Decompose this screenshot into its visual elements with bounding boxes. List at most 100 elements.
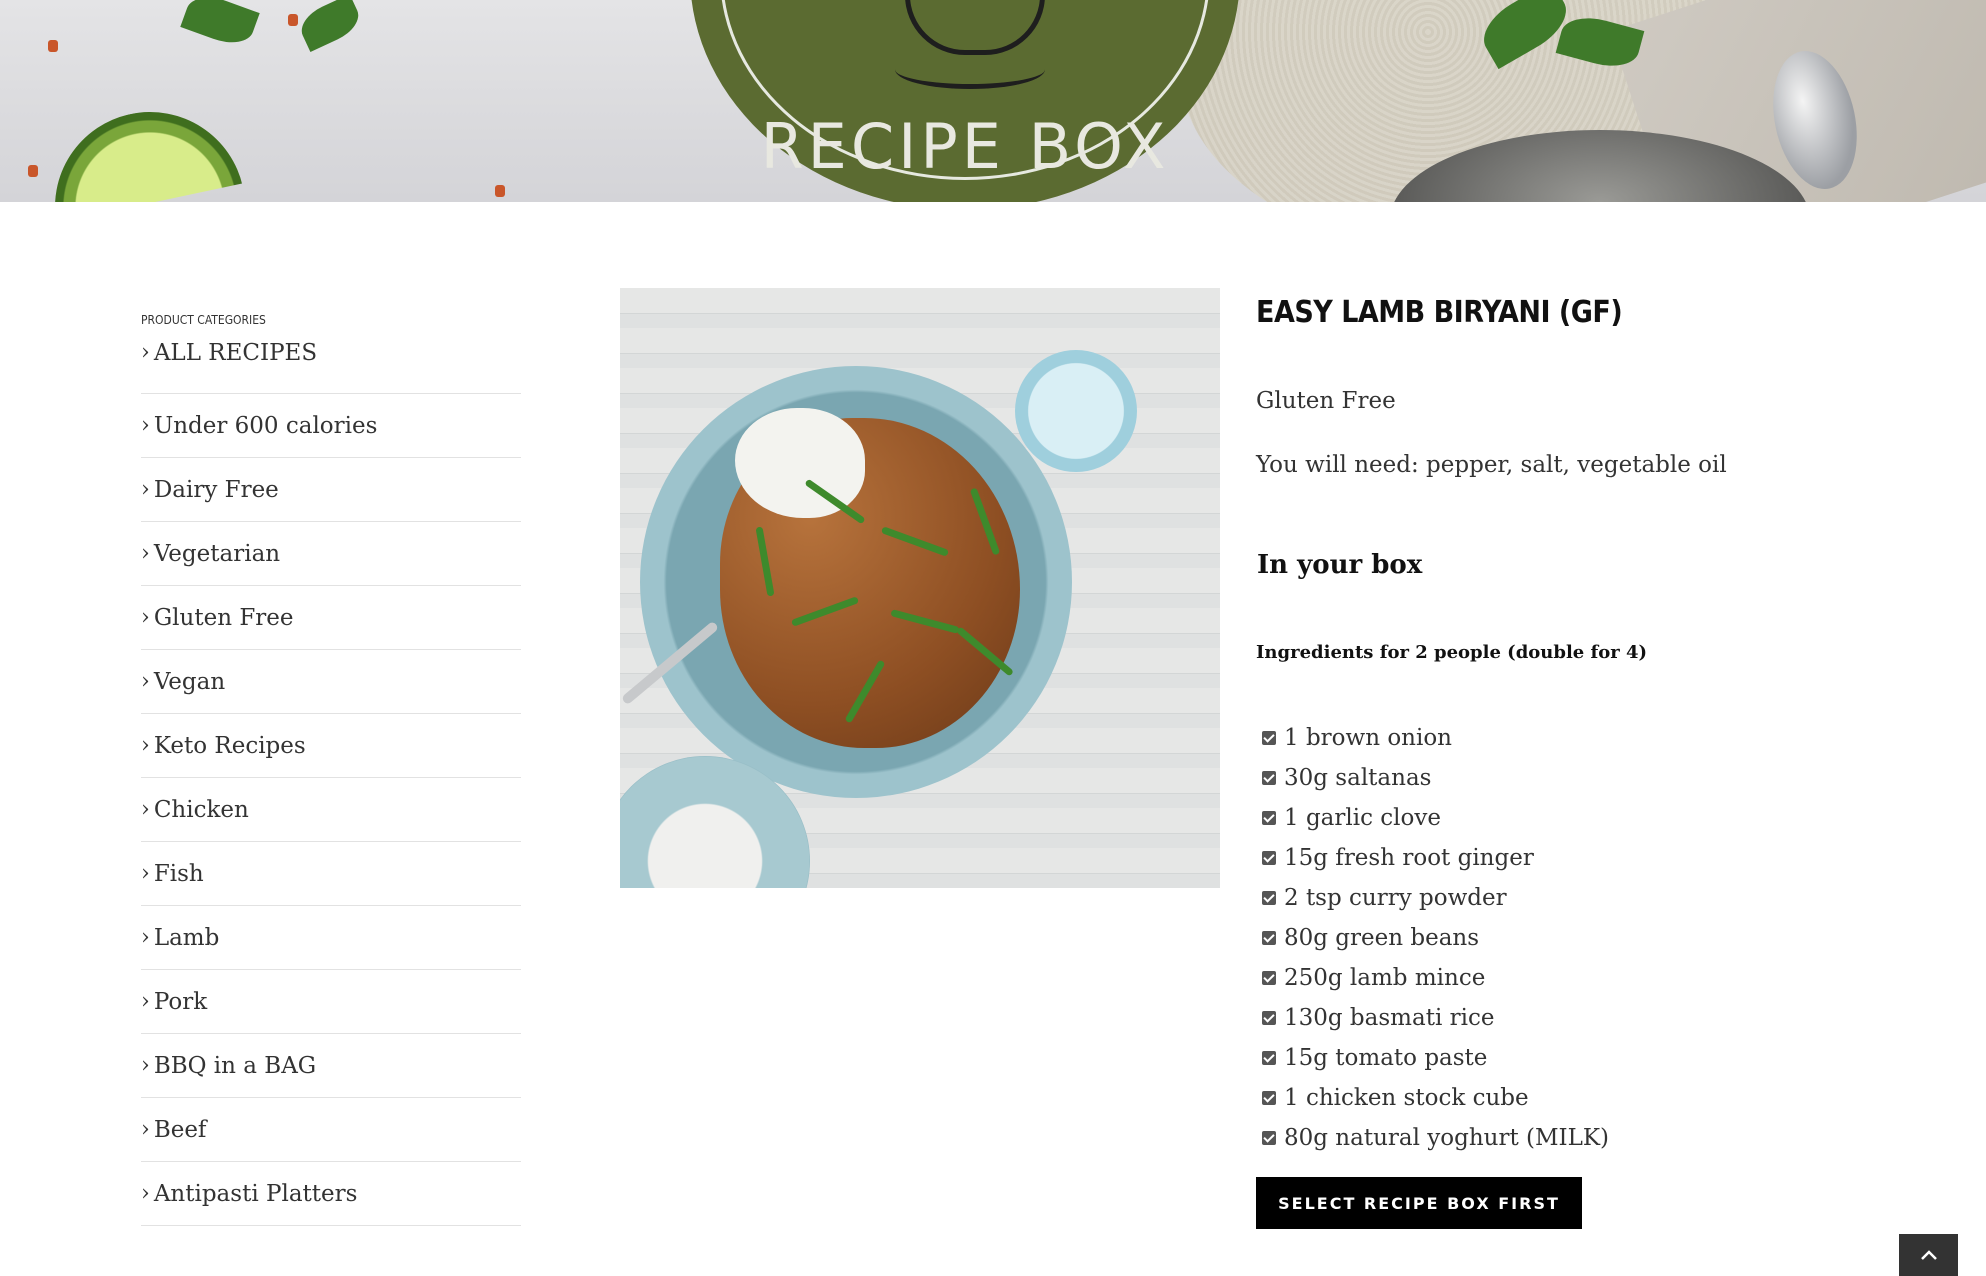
scroll-to-top-button[interactable] [1899,1234,1958,1276]
ingredient-item: 30g saltanas [1256,758,1609,798]
banner-chili [48,40,58,52]
category-item[interactable]: › Pork [141,970,521,1034]
chevron-up-icon [1920,1250,1937,1260]
category-label: Fish [153,860,204,887]
category-label: Keto Recipes [153,732,306,759]
category-label: Pork [153,988,208,1015]
banner-chili [495,185,505,197]
category-item[interactable]: › Keto Recipes [141,714,521,778]
checkbox-checked-icon [1262,771,1276,785]
logo-text: RECIPE BOX [760,110,1170,183]
checkbox-checked-icon [1262,931,1276,945]
ingredient-label: 250g lamb mince [1284,965,1486,991]
checkbox-checked-icon [1262,1051,1276,1065]
ingredient-item: 15g fresh root ginger [1256,838,1609,878]
chevron-right-icon: › [141,541,150,566]
checkbox-checked-icon [1262,1091,1276,1105]
category-item[interactable]: › Lamb [141,906,521,970]
checkbox-checked-icon [1262,811,1276,825]
category-label: Under 600 calories [153,412,378,439]
checkbox-checked-icon [1262,851,1276,865]
ingredient-label: 15g tomato paste [1284,1045,1488,1071]
category-list: › ALL RECIPES › Under 600 calories › Dairy … [141,340,521,1226]
site-logo[interactable]: RECIPE BOX [690,0,1240,202]
ingredient-item: 1 brown onion [1256,718,1609,758]
ingredient-label: 80g green beans [1284,925,1480,951]
chevron-right-icon: › [141,413,150,438]
category-item[interactable]: › BBQ in a BAG [141,1034,521,1098]
category-item[interactable]: › Vegetarian [141,522,521,586]
category-label: Vegetarian [153,540,281,567]
ingredient-item: 80g green beans [1256,918,1609,958]
chevron-right-icon: › [141,1181,150,1206]
banner-chili [288,14,298,26]
category-label: Gluten Free [153,604,294,631]
chevron-right-icon: › [141,925,150,950]
checkbox-checked-icon [1262,1131,1276,1145]
category-item[interactable]: › Fish [141,842,521,906]
category-item[interactable]: › Antipasti Platters [141,1162,521,1226]
ingredient-item: 130g basmati rice [1256,998,1609,1038]
ingredient-label: 130g basmati rice [1284,1005,1495,1031]
category-item[interactable]: › ALL RECIPES [141,340,521,394]
ingredient-item: 1 garlic clove [1256,798,1609,838]
category-label: Chicken [153,796,249,823]
category-item[interactable]: › Under 600 calories [141,394,521,458]
banner-herb [295,0,365,52]
banner-herb [180,0,260,51]
photo-water-glass [1015,350,1137,472]
banner-chili [28,165,38,177]
chevron-right-icon: › [141,797,150,822]
chevron-right-icon: › [141,861,150,886]
chevron-right-icon: › [141,669,150,694]
ingredient-label: 1 brown onion [1284,725,1452,751]
product-details: EASY LAMB BIRYANI (GF) Gluten Free You w… [1256,290,1876,1229]
category-label: Beef [153,1116,207,1143]
category-item[interactable]: › Chicken [141,778,521,842]
header-banner: RECIPE BOX [0,0,1986,202]
product-you-will-need: You will need: pepper, salt, vegetable o… [1256,452,1727,478]
chevron-right-icon: › [141,477,150,502]
select-recipe-box-button[interactable]: SELECT RECIPE BOX FIRST [1256,1177,1582,1229]
sidebar-title: PRODUCT CATEGORIES [141,313,266,327]
category-item[interactable]: › Dairy Free [141,458,521,522]
product-image[interactable] [620,288,1220,888]
category-label: BBQ in a BAG [153,1052,317,1079]
checkbox-checked-icon [1262,971,1276,985]
chevron-right-icon: › [141,989,150,1014]
chevron-right-icon: › [141,733,150,758]
logo-mustache-icon [895,50,1045,89]
ingredient-label: 2 tsp curry powder [1284,885,1507,911]
product-title: EASY LAMB BIRYANI (GF) [1256,295,1623,330]
ingredient-label: 80g natural yoghurt (MILK) [1284,1125,1610,1151]
category-item[interactable]: › Beef [141,1098,521,1162]
chevron-right-icon: › [141,1053,150,1078]
category-sidebar: PRODUCT CATEGORIES › ALL RECIPES › Under 6… [141,310,521,1226]
checkbox-checked-icon [1262,1011,1276,1025]
category-label: ALL RECIPES [153,340,318,366]
ingredient-list: 1 brown onion 30g saltanas 1 garlic clov… [1256,718,1609,1158]
ingredient-label: 15g fresh root ginger [1284,845,1534,871]
category-label: Vegan [153,668,226,695]
checkbox-checked-icon [1262,731,1276,745]
chevron-right-icon: › [141,1117,150,1142]
in-your-box-heading: In your box [1257,550,1423,580]
category-label: Antipasti Platters [153,1180,358,1207]
category-item[interactable]: › Vegan [141,650,521,714]
photo-yogurt [735,408,865,518]
ingredient-item: 2 tsp curry powder [1256,878,1609,918]
chevron-right-icon: › [141,340,150,365]
category-label: Lamb [153,924,220,951]
ingredient-label: 1 chicken stock cube [1284,1085,1529,1111]
checkbox-checked-icon [1262,891,1276,905]
ingredient-item: 15g tomato paste [1256,1038,1609,1078]
ingredient-label: 1 garlic clove [1284,805,1441,831]
category-item[interactable]: › Gluten Free [141,586,521,650]
chevron-right-icon: › [141,605,150,630]
ingredient-label: 30g saltanas [1284,765,1432,791]
banner-lime [37,94,262,202]
ingredients-heading: Ingredients for 2 people (double for 4) [1256,642,1648,663]
ingredient-item: 250g lamb mince [1256,958,1609,998]
ingredient-item: 80g natural yoghurt (MILK) [1256,1118,1609,1158]
product-diet: Gluten Free [1256,388,1396,414]
